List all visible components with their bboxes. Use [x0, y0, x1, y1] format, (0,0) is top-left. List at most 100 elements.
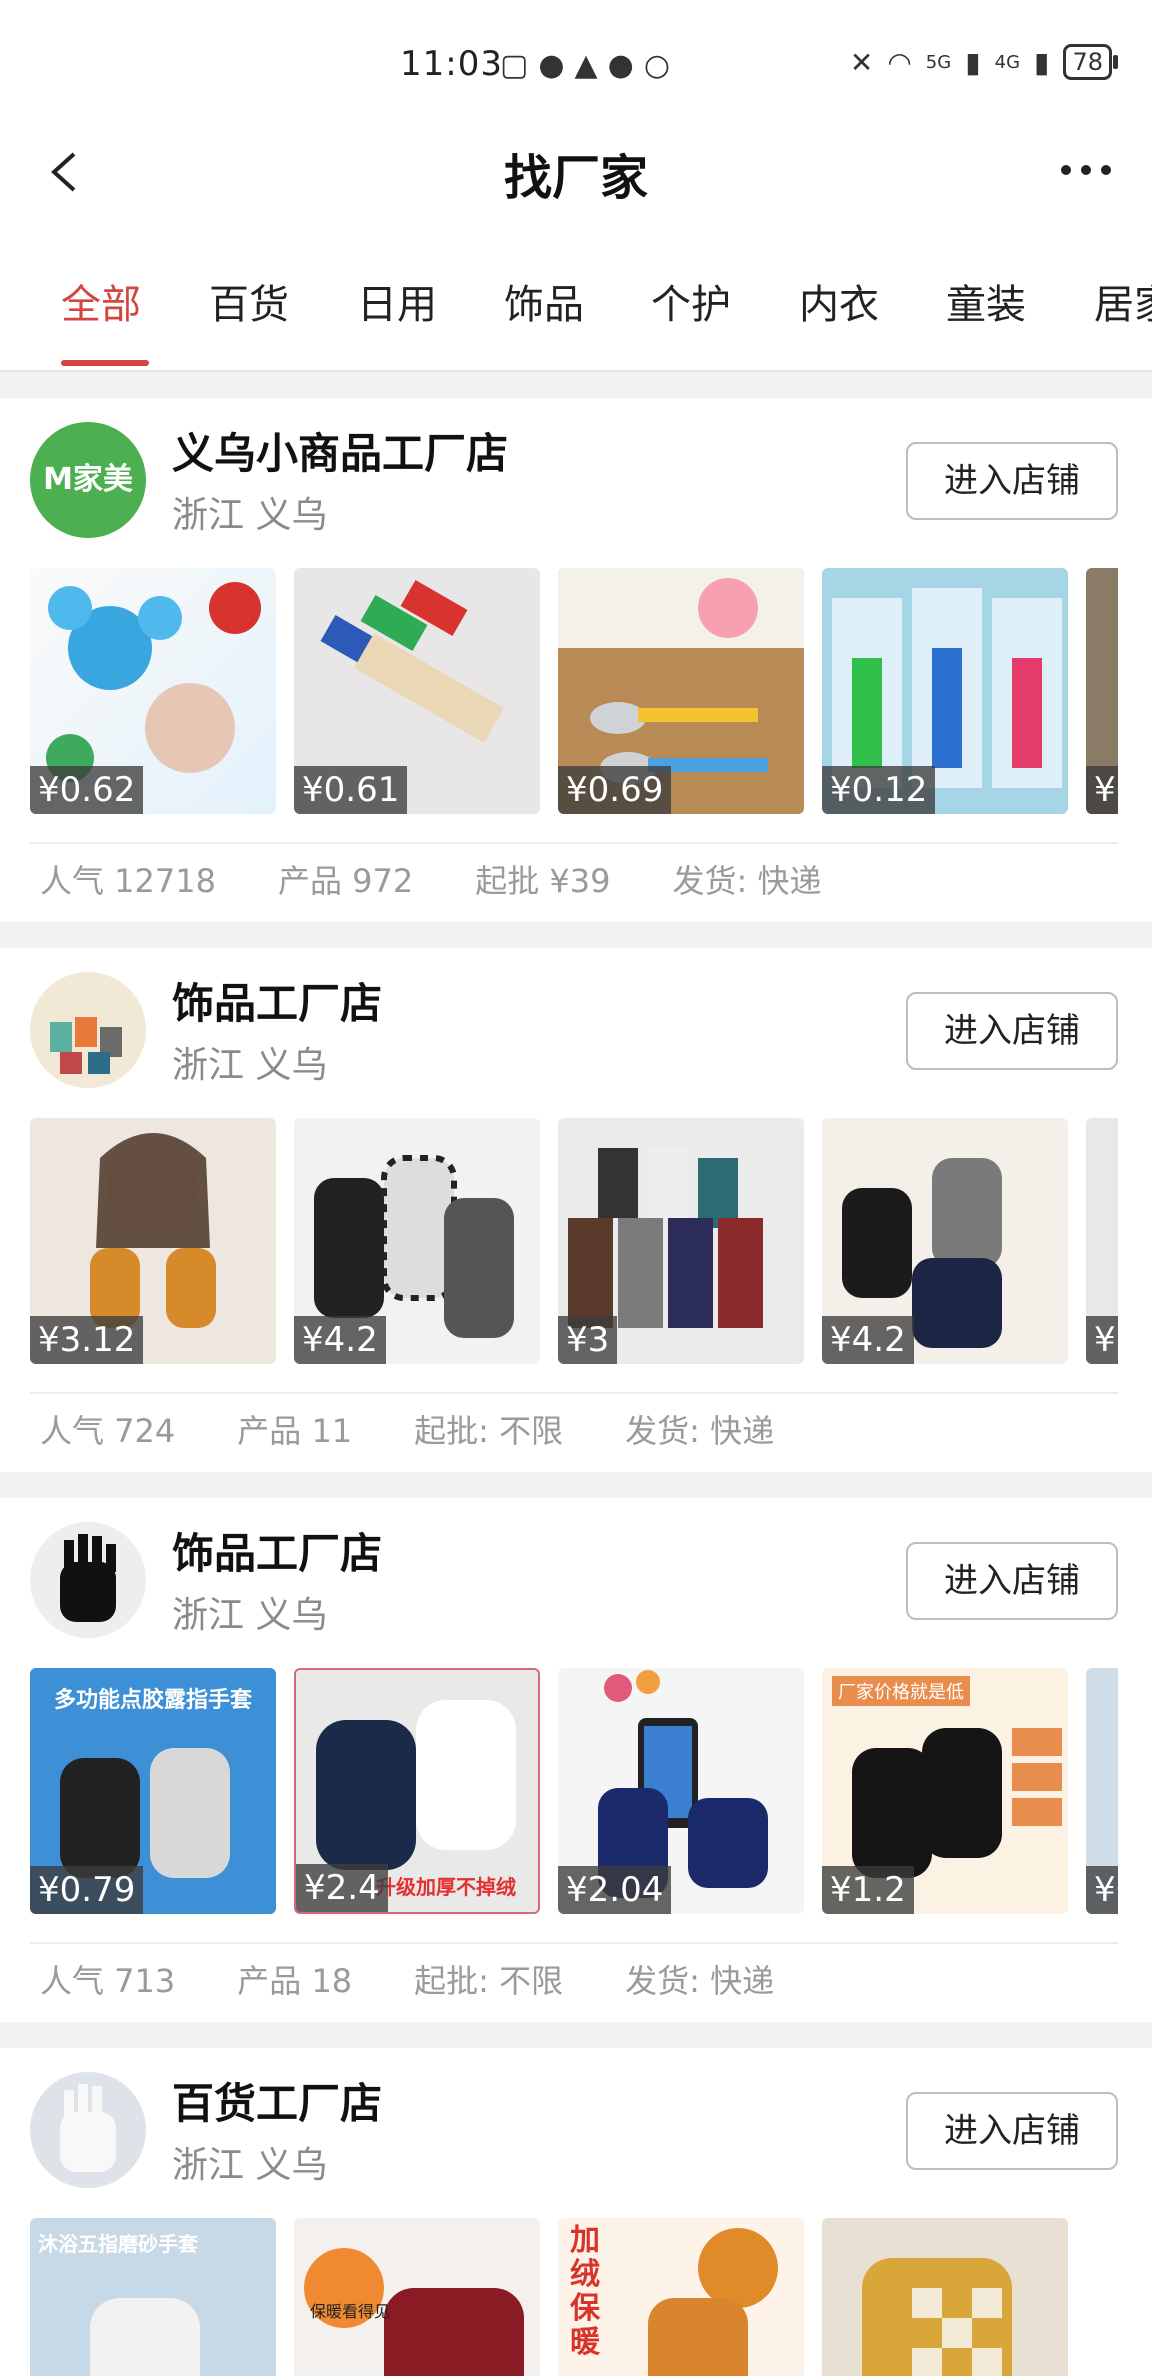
tab-kids[interactable]: 童装	[946, 272, 1026, 330]
tab-general[interactable]: 百货	[209, 272, 289, 330]
divider	[30, 842, 1118, 844]
signal-icon: ▮	[1034, 45, 1050, 79]
product-price: ¥0	[1086, 766, 1118, 814]
enter-shop-button[interactable]: 进入店铺	[906, 1542, 1118, 1620]
product-price: ¥3.12	[30, 1316, 144, 1364]
product-price: ¥0	[1086, 1866, 1118, 1914]
black-glove-logo-image	[60, 1534, 116, 1622]
shop-logo: M家美	[30, 422, 146, 538]
product-price: ¥0.79	[30, 1866, 144, 1914]
shop-stats: 人气 12718 产品 972 起批 ¥39 发货: 快递	[40, 856, 883, 902]
product-strip: 沐浴五指磨砂手套 保暖看得见 加绒保暖	[30, 2218, 1118, 2376]
stat-min-order: 起批 ¥39	[475, 862, 611, 900]
signal-5g: 5G	[925, 51, 952, 73]
tab-daily[interactable]: 日用	[357, 272, 437, 330]
product-tile[interactable]: 多功能点胶露指手套 ¥0.79	[30, 1668, 276, 1914]
stat-min-order: 起批: 不限	[414, 1962, 564, 2000]
enter-shop-button[interactable]: 进入店铺	[906, 442, 1118, 520]
wifi-icon: ◠	[887, 45, 912, 79]
product-tile[interactable]	[822, 2218, 1068, 2376]
product-strip: 多功能点胶露指手套 ¥0.79 升级加厚不掉绒 ¥2.4 ¥2.04 厂家价格就…	[30, 1668, 1118, 1916]
stat-shipping: 发货: 快递	[625, 1962, 775, 2000]
product-price: ¥3	[558, 1316, 618, 1364]
status-time: 11:03	[400, 44, 503, 84]
product-tile[interactable]: ¥0	[1086, 568, 1118, 814]
shop-name: 义乌小商品工厂店	[172, 429, 509, 478]
shop-card[interactable]: M家美 义乌小商品工厂店 浙江 义乌 进入店铺 ¥0.62 ¥0.61 ¥0.6…	[0, 398, 1152, 922]
product-tile[interactable]: ¥0.61	[294, 568, 540, 814]
shop-logo	[30, 2072, 146, 2188]
notification-icon: ▢	[500, 48, 529, 83]
enter-shop-button[interactable]: 进入店铺	[906, 2092, 1118, 2170]
divider	[30, 1392, 1118, 1394]
shop-stats: 人气 724 产品 11 起批: 不限 发货: 快递	[40, 1406, 836, 1452]
shop-location: 浙江 义乌	[172, 2145, 328, 2186]
stat-shipping: 发货: 快递	[625, 1412, 775, 1450]
product-price: ¥0.62	[30, 766, 144, 814]
white-glove-logo-image	[60, 2084, 116, 2172]
tab-accessories[interactable]: 饰品	[504, 272, 584, 330]
stat-popularity: 人气 724	[40, 1412, 176, 1450]
checkered-gloves-image	[862, 2258, 1012, 2376]
shop-name: 饰品工厂店	[172, 1529, 383, 1578]
shop-location: 浙江 义乌	[172, 1045, 328, 1086]
product-tile[interactable]: ¥5	[1086, 1118, 1118, 1364]
page-title: 找厂家	[503, 150, 648, 206]
product-tile[interactable]: ¥4.2	[294, 1118, 540, 1364]
product-strip: ¥0.62 ¥0.61 ¥0.69 ¥0.12 ¥	[30, 568, 1118, 816]
shop-name: 百货工厂店	[172, 2079, 383, 2128]
product-tile[interactable]: ¥0.12	[822, 568, 1068, 814]
tab-all[interactable]: 全部	[61, 272, 141, 330]
wechat-icon: ●	[538, 48, 565, 83]
notification-icons: ▢ ● ▲ ● ○	[500, 48, 670, 83]
product-tile[interactable]: ¥0	[1086, 1668, 1118, 1914]
product-price: ¥4.2	[822, 1316, 914, 1364]
product-tile[interactable]: ¥0.62	[30, 568, 276, 814]
stat-popularity: 人气 12718	[40, 862, 216, 900]
divider	[30, 1942, 1118, 1944]
product-price: ¥2.4	[296, 1864, 388, 1912]
product-tile[interactable]: ¥3.12	[30, 1118, 276, 1364]
product-tile[interactable]: 保暖看得见	[294, 2218, 540, 2376]
logo-text: M家美	[43, 462, 133, 497]
product-price: ¥5	[1086, 1316, 1118, 1364]
status-right: ✕ ◠ 5G ▮ 4G ▮ 78	[849, 44, 1118, 80]
shop-logo	[30, 972, 146, 1088]
product-strip: ¥3.12 ¥4.2 ¥3 ¥4.2 ¥5	[30, 1118, 1118, 1366]
shop-card[interactable]: 百货工厂店 浙江 义乌 进入店铺 沐浴五指磨砂手套 保暖看得见 加绒保暖	[0, 2048, 1152, 2376]
enter-shop-button[interactable]: 进入店铺	[906, 992, 1118, 1070]
warm-gloves-image	[304, 2248, 524, 2376]
more-icon[interactable]	[1056, 160, 1116, 180]
product-tile[interactable]: ¥2.04	[558, 1668, 804, 1914]
product-tile[interactable]: ¥4.2	[822, 1118, 1068, 1364]
tab-underwear[interactable]: 内衣	[799, 272, 879, 330]
product-tile[interactable]: 厂家价格就是低 ¥1.2	[822, 1668, 1068, 1914]
shop-card[interactable]: 饰品工厂店 浙江 义乌 进入店铺 ¥3.12 ¥4.2 ¥3 ¥4.2 ¥ 人气…	[0, 948, 1152, 1472]
knit-gloves-image	[648, 2228, 778, 2376]
tab-personal-care[interactable]: 个护	[651, 272, 731, 330]
gloves-logo-image	[50, 1017, 122, 1074]
stat-products: 产品 18	[237, 1962, 353, 2000]
shop-location: 浙江 义乌	[172, 495, 328, 536]
tab-indicator	[61, 360, 149, 366]
product-tile[interactable]: 升级加厚不掉绒 ¥2.4	[294, 1668, 540, 1914]
product-tile[interactable]: 沐浴五指磨砂手套	[30, 2218, 276, 2376]
shop-stats: 人气 713 产品 18 起批: 不限 发货: 快递	[40, 1956, 836, 2002]
bath-glove-image	[90, 2298, 200, 2376]
stat-min-order: 起批: 不限	[414, 1412, 564, 1450]
shop-logo	[30, 1522, 146, 1638]
nav-bar: 找厂家	[0, 110, 1152, 240]
product-tile[interactable]: ¥3	[558, 1118, 804, 1364]
shop-location: 浙江 义乌	[172, 1595, 328, 1636]
signal-icon: ▮	[965, 45, 981, 79]
product-tile[interactable]: ¥0.69	[558, 568, 804, 814]
shop-card[interactable]: 饰品工厂店 浙江 义乌 进入店铺 多功能点胶露指手套 ¥0.79 升级加厚不掉绒…	[0, 1498, 1152, 2022]
product-price: ¥4.2	[294, 1316, 386, 1364]
mute-icon: ✕	[849, 45, 874, 79]
stat-popularity: 人气 713	[40, 1962, 176, 2000]
wechat-icon: ●	[607, 48, 634, 83]
product-tile[interactable]: 加绒保暖	[558, 2218, 804, 2376]
tab-home[interactable]: 居家	[1094, 272, 1152, 330]
battery-icon: 78	[1063, 44, 1118, 80]
product-price: ¥2.04	[558, 1866, 672, 1914]
